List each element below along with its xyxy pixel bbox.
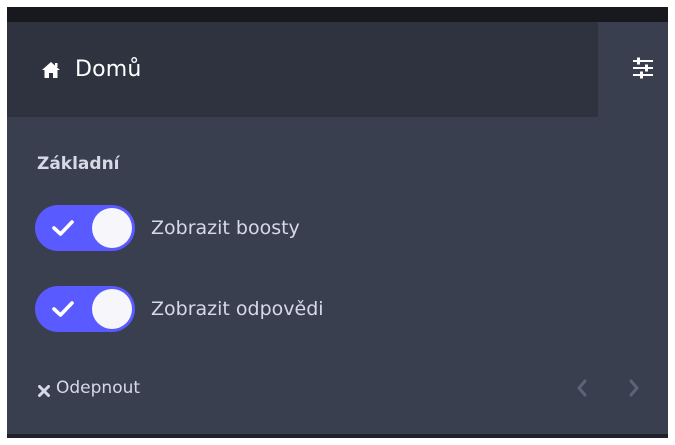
bottom-bar [7, 434, 668, 438]
show-replies-toggle[interactable] [35, 286, 135, 332]
toggle-knob [92, 289, 132, 329]
unpin-label: Odepnout [56, 378, 141, 398]
toggle-knob [92, 208, 132, 248]
show-replies-label: Zobrazit odpovědi [151, 298, 324, 320]
move-column-right-button[interactable] [626, 379, 642, 401]
chevron-left-icon [576, 379, 588, 401]
chevron-right-icon [628, 379, 640, 401]
section-title: Základní [37, 154, 120, 174]
show-boosts-toggle[interactable] [35, 205, 135, 251]
home-icon [41, 61, 61, 79]
unpin-button[interactable]: Odepnout [38, 378, 140, 398]
toggle-row-show-boosts: Zobrazit boosty [35, 205, 300, 251]
move-column-left-button[interactable] [574, 379, 590, 401]
column-header: Domů [7, 22, 598, 117]
column-settings-panel: Domů Základní Zobrazit boosty Zobrazit o… [7, 7, 668, 438]
check-icon [52, 300, 74, 318]
close-icon [38, 382, 50, 397]
header-title: Domů [75, 57, 142, 82]
check-icon [52, 219, 74, 237]
column-settings-button[interactable] [628, 55, 658, 85]
toggle-row-show-replies: Zobrazit odpovědi [35, 286, 324, 332]
show-boosts-label: Zobrazit boosty [151, 217, 300, 239]
home-column-link[interactable]: Domů [41, 57, 142, 82]
top-bar [7, 7, 668, 22]
sliders-icon [632, 57, 654, 83]
